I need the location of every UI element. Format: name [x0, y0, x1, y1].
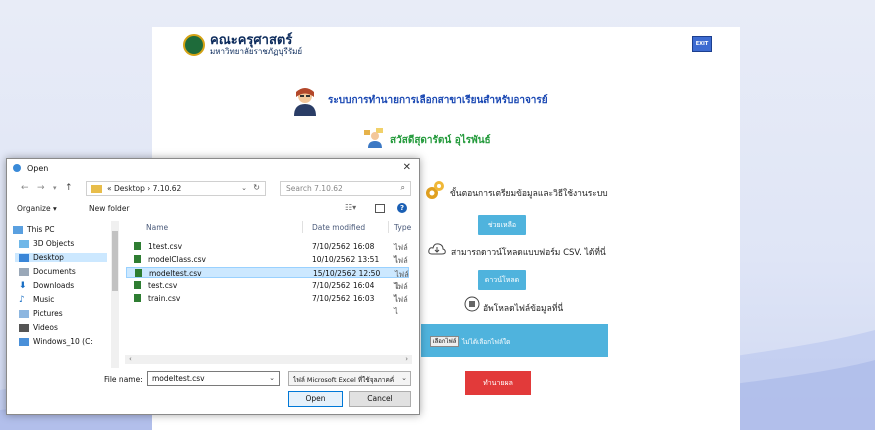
cube-icon: [19, 239, 29, 248]
logo-title: คณะครุศาสตร์: [210, 33, 293, 48]
column-date-modified[interactable]: Date modified: [312, 223, 365, 232]
predict-button[interactable]: ทำนายผล: [465, 371, 531, 395]
nav-documents[interactable]: Documents: [19, 267, 76, 276]
horizontal-scrollbar[interactable]: ‹ ›: [125, 355, 412, 364]
drive-icon: [19, 337, 29, 346]
navigation-pane: This PC 3D Objects Desktop Documents ⬇ D…: [7, 221, 119, 368]
no-file-text: ไม่ได้เลือกไฟล์ใด: [462, 338, 511, 346]
file-name-label: File name:: [104, 375, 143, 384]
nav-pictures[interactable]: Pictures: [19, 309, 63, 318]
up-arrow-icon[interactable]: ↑: [65, 183, 73, 193]
search-icon: ⌕: [400, 183, 405, 192]
open-button[interactable]: Open: [288, 391, 343, 407]
welcome-text: สวัสดีสุดารัตน์ อุไรพันธ์: [390, 135, 491, 146]
chevron-down-icon[interactable]: ⌄: [241, 184, 247, 192]
seal-icon: [183, 34, 205, 56]
nav-downloads[interactable]: ⬇ Downloads: [19, 281, 74, 290]
download-button[interactable]: ดาวน์โหลด: [478, 270, 526, 290]
logo-subtitle: มหาวิทยาลัยราชภัฏบุรีรัมย์: [210, 47, 303, 56]
file-row[interactable]: test.csv 7/10/2562 16:04 ไฟล์ไ: [126, 280, 409, 303]
help-button[interactable]: ช่วยเหลือ: [478, 215, 526, 235]
nav-desktop[interactable]: Desktop: [15, 253, 107, 262]
chevron-down-icon[interactable]: ⌄: [269, 374, 275, 382]
nav-scrollbar[interactable]: [111, 221, 119, 368]
system-title: ระบบการทำนายการเลือกสาขาเรียนสำหรับอาจาร…: [328, 95, 548, 106]
folder-icon: [91, 185, 102, 193]
nav-3d-objects[interactable]: 3D Objects: [19, 239, 74, 248]
faculty-logo: คณะครุศาสตร์ มหาวิทยาลัยราชภัฏบุรีรัมย์: [183, 34, 302, 56]
file-row[interactable]: modelClass.csv 10/10/2562 13:51 ไฟล์ไ: [126, 254, 409, 277]
view-options-icon[interactable]: ☷▾: [345, 203, 356, 212]
upload-text: อัพโหลดไฟล์ข้อมูลที่นี่: [483, 304, 564, 314]
pictures-icon: [19, 309, 29, 318]
organize-menu[interactable]: Organize ▾: [17, 204, 57, 213]
forward-arrow-icon[interactable]: →: [37, 183, 45, 193]
file-row[interactable]: train.csv 7/10/2562 16:03 ไฟล์ไ: [126, 293, 409, 316]
csv-file-icon: [134, 281, 141, 289]
close-icon[interactable]: ✕: [403, 162, 411, 173]
address-bar[interactable]: « Desktop › 7.10.62 ⌄ ↻: [86, 181, 266, 196]
dialog-titlebar[interactable]: Open ✕: [7, 159, 419, 177]
csv-file-icon: [134, 255, 141, 263]
file-row[interactable]: 1test.csv 7/10/2562 16:08 ไฟล์ไ: [126, 241, 409, 264]
preview-pane-icon[interactable]: [375, 204, 385, 213]
chevron-right-icon[interactable]: ›: [405, 355, 408, 364]
dialog-toolbar: Organize ▾ New folder ☷▾ ?: [7, 202, 419, 218]
download-arrow-icon: ⬇: [19, 280, 27, 291]
videos-icon: [19, 323, 29, 332]
nav-this-pc[interactable]: This PC: [13, 225, 54, 234]
gear-icon: [426, 181, 444, 199]
open-file-dialog: Open ✕ ← → ▾ ↑ « Desktop › 7.10.62 ⌄ ↻ S…: [6, 158, 420, 415]
navigation-bar: ← → ▾ ↑ « Desktop › 7.10.62 ⌄ ↻ Search 7…: [7, 180, 419, 198]
address-path: « Desktop › 7.10.62: [107, 184, 182, 193]
file-list: Name Date modified Type 1test.csv 7/10/2…: [122, 221, 419, 368]
column-name[interactable]: Name: [146, 223, 168, 232]
chevron-left-icon[interactable]: ‹: [129, 356, 139, 363]
nav-music[interactable]: ♪ Music: [19, 295, 54, 304]
back-arrow-icon[interactable]: ←: [21, 183, 29, 193]
steps-text: ขั้นตอนการเตรียมข้อมูลและวิธีใช้งานระบบ: [450, 189, 608, 199]
csv-file-icon: [134, 294, 141, 302]
refresh-icon[interactable]: ↻: [253, 183, 260, 192]
csv-file-icon: [134, 242, 141, 250]
column-divider: [388, 221, 389, 233]
music-note-icon: ♪: [19, 294, 25, 305]
choose-file-button[interactable]: เลือกไฟล์: [430, 336, 459, 347]
recent-chevron-icon[interactable]: ▾: [53, 184, 57, 192]
scroll-thumb[interactable]: [112, 231, 118, 291]
chevron-down-icon[interactable]: ⌄: [401, 374, 407, 382]
help-icon[interactable]: ?: [397, 203, 407, 213]
nav-windows-drive[interactable]: Windows_10 (C:: [19, 337, 93, 346]
cloud-download-icon: [428, 243, 446, 255]
template-download-text: สามารถดาวน์โหลดแบบฟอร์ม CSV. ได้ที่นี่: [451, 248, 606, 258]
nav-videos[interactable]: Videos: [19, 323, 58, 332]
cancel-button[interactable]: Cancel: [349, 391, 411, 407]
chrome-icon: [13, 164, 21, 172]
search-box[interactable]: Search 7.10.62 ⌕: [280, 181, 411, 196]
user-icon: [364, 128, 383, 148]
file-row-selected[interactable]: modeltest.csv 15/10/2562 12:50 ไฟล์ไ: [126, 267, 409, 291]
file-type-select[interactable]: ไฟล์ Microsoft Excel ที่ใช้จุลภาคคั่ ⌄: [288, 371, 411, 386]
exit-button[interactable]: EXIT: [692, 36, 712, 52]
upload-icon: [464, 296, 480, 312]
computer-icon: [13, 225, 23, 234]
column-divider: [302, 221, 303, 233]
dialog-title: Open: [27, 163, 49, 173]
file-name-input[interactable]: modeltest.csv ⌄: [147, 371, 280, 386]
csv-file-icon: [135, 269, 142, 277]
new-folder-button[interactable]: New folder: [89, 204, 130, 213]
teacher-avatar-icon: [294, 88, 316, 116]
documents-icon: [19, 267, 29, 276]
search-placeholder: Search 7.10.62: [286, 184, 343, 193]
desktop-icon: [19, 253, 29, 262]
column-type[interactable]: Type: [394, 223, 411, 232]
